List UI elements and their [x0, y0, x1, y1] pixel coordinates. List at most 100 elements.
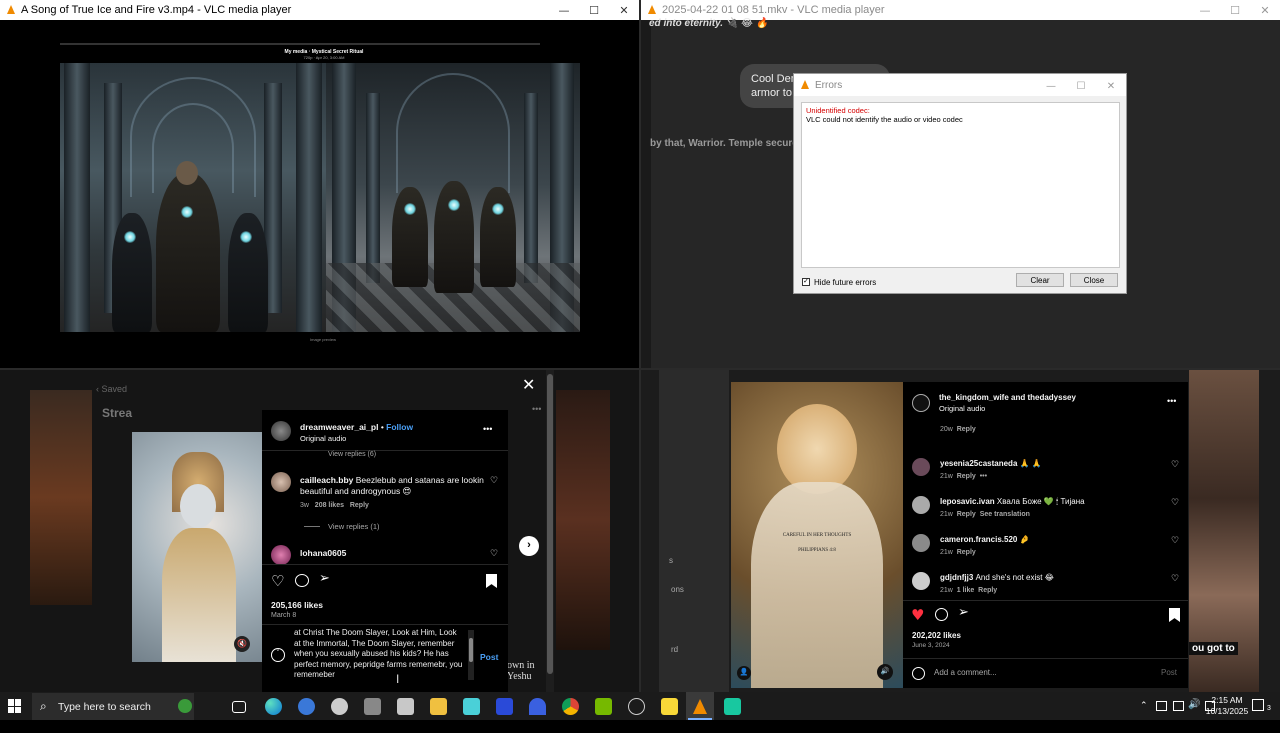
author-avatar[interactable] — [912, 394, 930, 412]
close-icon[interactable]: ✕ — [1250, 0, 1280, 20]
chrome-icon[interactable] — [562, 698, 579, 715]
next-commenter-avatar[interactable] — [271, 545, 291, 565]
like-comment-icon[interactable]: ♡ — [1171, 498, 1179, 508]
close-icon[interactable]: ✕ — [609, 0, 639, 20]
post-button[interactable]: Post — [480, 652, 498, 662]
tray-icon-1[interactable] — [1156, 701, 1167, 711]
save-icon[interactable] — [486, 574, 497, 588]
maximize-icon[interactable]: ☐ — [579, 0, 609, 20]
clear-button[interactable]: Clear — [1016, 273, 1064, 287]
clock[interactable]: 2:15 AM 10/13/2025 — [1194, 695, 1260, 723]
audio-icon[interactable]: 🔊 — [877, 664, 893, 680]
scrollbar[interactable] — [546, 370, 554, 692]
vlc-icon[interactable] — [691, 698, 708, 715]
bg-text-s: s — [669, 556, 673, 565]
next-commenter-username[interactable]: lohana0605 — [300, 548, 346, 558]
comment-icon[interactable] — [295, 574, 309, 587]
input-scrollbar[interactable] — [468, 630, 474, 680]
tray-chevron-icon[interactable]: ⌃ — [1140, 700, 1148, 728]
app-icon-grey[interactable] — [364, 698, 381, 715]
commenter-username[interactable]: yesenia25castaneda — [940, 459, 1020, 468]
maximize-icon[interactable]: ☐ — [1220, 0, 1250, 20]
partial-heading: Strea — [102, 406, 133, 420]
close-button[interactable]: Close — [1070, 273, 1118, 287]
app-icon-green[interactable] — [724, 698, 741, 715]
emoji-icon[interactable] — [912, 667, 925, 680]
commenter-username[interactable]: cameron.francis.520 — [940, 535, 1020, 544]
app-icon-arc[interactable] — [529, 698, 546, 715]
title-bar[interactable]: A Song of True Ice and Fire v3.mp4 - VLC… — [0, 0, 639, 20]
minimize-icon[interactable]: — — [549, 0, 579, 20]
follow-button[interactable]: Follow — [386, 422, 413, 432]
app-icon-disc[interactable] — [331, 698, 348, 715]
comment-options-icon[interactable]: ••• — [980, 473, 987, 480]
user-tag-icon[interactable]: 👤 — [737, 666, 751, 680]
like-comment-icon[interactable]: ♡ — [1171, 536, 1179, 546]
commenter-username[interactable]: gdjdnfjj3 — [940, 573, 976, 582]
hide-errors-checkbox[interactable]: ✓ — [802, 278, 810, 286]
author-username[interactable]: dreamweaver_ai_pl — [300, 422, 378, 432]
task-view-icon[interactable] — [232, 701, 246, 713]
commenter-avatar[interactable] — [912, 534, 930, 552]
cathedral-image-2 — [326, 63, 580, 332]
edge-icon[interactable] — [265, 698, 282, 715]
mute-icon[interactable]: 🔇 — [234, 636, 250, 652]
commenter-avatar[interactable] — [912, 458, 930, 476]
like-comment-icon[interactable]: ♡ — [490, 549, 498, 559]
start-button[interactable] — [8, 699, 22, 713]
app-icon-teal[interactable] — [463, 698, 480, 715]
network-icon[interactable] — [1173, 701, 1184, 711]
next-post-button[interactable]: › — [519, 536, 539, 556]
options-icon[interactable]: ••• — [1167, 396, 1176, 406]
reply-button[interactable]: Reply — [957, 549, 976, 556]
comment-input[interactable]: at Christ The Doom Slayer, Look at Him, … — [294, 628, 464, 684]
minimize-icon[interactable]: — — [1036, 75, 1066, 97]
save-icon[interactable] — [1169, 608, 1180, 622]
commenter-avatar[interactable] — [912, 572, 930, 590]
comment-icon[interactable] — [935, 608, 948, 621]
reply-button[interactable]: Reply — [957, 473, 976, 480]
nvidia-icon[interactable] — [595, 698, 612, 715]
like-comment-icon[interactable]: ♡ — [490, 476, 498, 486]
notifications-icon[interactable] — [1252, 699, 1264, 711]
vlc-window-left: A Song of True Ice and Fire v3.mp4 - VLC… — [0, 0, 639, 368]
commenter-avatar[interactable] — [271, 472, 291, 492]
options-icon[interactable]: ••• — [483, 424, 492, 434]
title-bar[interactable]: 2025-04-22 01 08 51.mkv - VLC media play… — [641, 0, 1280, 20]
commenter-username[interactable]: cailleach.bby — [300, 475, 353, 485]
see-translation-link[interactable]: See translation — [980, 511, 1030, 518]
taskbar-search[interactable]: ⌕ Type here to search — [32, 693, 194, 720]
like-comment-icon[interactable]: ♡ — [1171, 574, 1179, 584]
view-replies-top[interactable]: View replies (6) — [328, 451, 376, 458]
minimize-icon[interactable]: — — [1190, 0, 1220, 20]
like-icon[interactable]: ♡ — [271, 572, 284, 590]
reply-button[interactable]: Reply — [957, 511, 976, 518]
like-icon[interactable]: ♥ — [911, 606, 924, 624]
maximize-icon[interactable]: ☐ — [1066, 75, 1096, 97]
more-icon[interactable]: ••• — [532, 404, 541, 414]
app-icon-clock[interactable] — [628, 698, 645, 715]
share-icon[interactable]: ➢ — [958, 605, 969, 620]
author-username[interactable]: the_kingdom_wife and thedadyssey — [939, 393, 1076, 402]
view-replies-2[interactable]: View replies (1) — [328, 522, 380, 531]
like-comment-icon[interactable]: ♡ — [1171, 460, 1179, 470]
back-link[interactable]: ‹ Saved — [96, 384, 127, 394]
file-explorer-icon[interactable] — [430, 698, 447, 715]
app-icon-m[interactable] — [496, 698, 513, 715]
reply-button[interactable]: Reply — [957, 426, 976, 433]
app-icon-blue[interactable] — [298, 698, 315, 715]
close-post-icon[interactable]: ✕ — [522, 375, 535, 394]
commenter-avatar[interactable] — [912, 496, 930, 514]
close-icon[interactable]: ✕ — [1096, 75, 1126, 97]
post-button[interactable]: Post — [1161, 668, 1177, 677]
commenter-username[interactable]: leposavic.ivan — [940, 497, 997, 506]
dialog-title-bar[interactable]: Errors — ☐ ✕ — [794, 74, 1126, 96]
reply-button[interactable]: Reply — [350, 502, 369, 509]
emoji-icon[interactable]: ˘ — [271, 648, 285, 662]
sticky-notes-icon[interactable] — [661, 698, 678, 715]
add-comment-input[interactable]: Add a comment... — [934, 668, 997, 677]
store-icon[interactable] — [397, 698, 414, 715]
author-avatar[interactable] — [271, 421, 291, 441]
share-icon[interactable]: ➢ — [319, 571, 330, 586]
reply-button[interactable]: Reply — [978, 587, 997, 594]
